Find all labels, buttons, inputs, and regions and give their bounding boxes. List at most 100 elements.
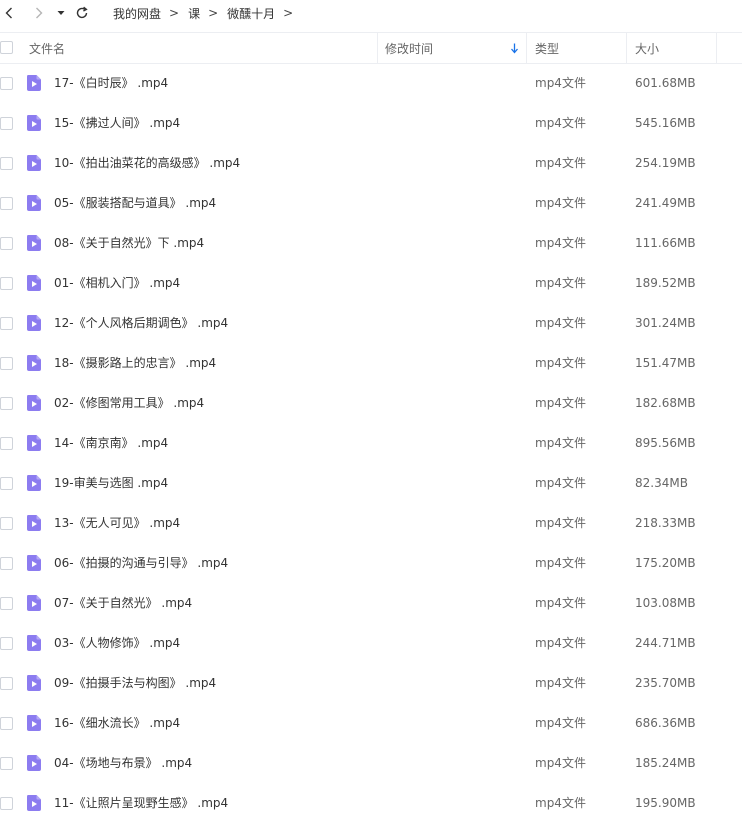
file-name[interactable]: 02-《修图常用工具》 .mp4	[54, 383, 204, 423]
breadcrumb-separator: >	[283, 6, 294, 20]
file-row[interactable]: 16-《细水流长》 .mp4 mp4文件 686.36MB	[0, 703, 742, 743]
file-name[interactable]: 10-《拍出油菜花的高级感》 .mp4	[54, 143, 240, 183]
file-row[interactable]: 03-《人物修饰》 .mp4 mp4文件 244.71MB	[0, 623, 742, 663]
row-checkbox[interactable]	[0, 397, 13, 410]
refresh-icon	[76, 6, 88, 19]
file-row[interactable]: 04-《场地与布景》 .mp4 mp4文件 185.24MB	[0, 743, 742, 783]
file-row[interactable]: 12-《个人风格后期调色》 .mp4 mp4文件 301.24MB	[0, 303, 742, 343]
row-checkbox[interactable]	[0, 157, 13, 170]
file-row[interactable]: 09-《拍摄手法与构图》 .mp4 mp4文件 235.70MB	[0, 663, 742, 703]
row-checkbox[interactable]	[0, 477, 13, 490]
column-divider[interactable]	[626, 33, 627, 63]
row-checkbox[interactable]	[0, 757, 13, 770]
file-row[interactable]: 14-《南京南》 .mp4 mp4文件 895.56MB	[0, 423, 742, 463]
column-divider[interactable]	[716, 33, 717, 63]
file-row[interactable]: 07-《关于自然光》 .mp4 mp4文件 103.08MB	[0, 583, 742, 623]
file-name[interactable]: 05-《服装搭配与道具》 .mp4	[54, 183, 216, 223]
row-checkbox[interactable]	[0, 237, 13, 250]
file-name[interactable]: 18-《摄影路上的忠言》 .mp4	[54, 343, 216, 383]
sort-desc-icon	[510, 33, 519, 63]
file-type: mp4文件	[535, 156, 586, 170]
row-checkbox[interactable]	[0, 197, 13, 210]
history-dropdown-button[interactable]	[56, 0, 66, 26]
file-row[interactable]: 18-《摄影路上的忠言》 .mp4 mp4文件 151.47MB	[0, 343, 742, 383]
file-row[interactable]: 05-《服装搭配与道具》 .mp4 mp4文件 241.49MB	[0, 183, 742, 223]
file-size: 601.68MB	[635, 76, 696, 90]
file-name[interactable]: 16-《细水流长》 .mp4	[54, 703, 180, 743]
column-header-name[interactable]: 文件名	[29, 33, 65, 63]
row-checkbox[interactable]	[0, 557, 13, 570]
file-row[interactable]: 19-审美与选图 .mp4 mp4文件 82.34MB	[0, 463, 742, 503]
row-checkbox[interactable]	[0, 277, 13, 290]
breadcrumb-item-current-folder[interactable]: 微醺十月	[227, 5, 275, 22]
file-name[interactable]: 06-《拍摄的沟通与引导》 .mp4	[54, 543, 228, 583]
file-row[interactable]: 01-《相机入门》 .mp4 mp4文件 189.52MB	[0, 263, 742, 303]
file-name[interactable]: 14-《南京南》 .mp4	[54, 423, 168, 463]
row-checkbox[interactable]	[0, 357, 13, 370]
column-divider[interactable]	[526, 33, 527, 63]
file-name[interactable]: 01-《相机入门》 .mp4	[54, 263, 180, 303]
file-name[interactable]: 15-《拂过人间》 .mp4	[54, 103, 180, 143]
forward-button[interactable]	[32, 0, 46, 26]
file-size: 545.16MB	[635, 116, 696, 130]
navigation-bar: 我的网盘 > 课 > 微醺十月 >	[0, 0, 742, 26]
video-file-icon	[26, 395, 42, 411]
column-header-size[interactable]: 大小	[635, 33, 659, 63]
file-row[interactable]: 06-《拍摄的沟通与引导》 .mp4 mp4文件 175.20MB	[0, 543, 742, 583]
file-type: mp4文件	[535, 276, 586, 290]
file-name[interactable]: 13-《无人可见》 .mp4	[54, 503, 180, 543]
file-name[interactable]: 03-《人物修饰》 .mp4	[54, 623, 180, 663]
file-name[interactable]: 07-《关于自然光》 .mp4	[54, 583, 192, 623]
video-file-icon	[26, 715, 42, 731]
refresh-button[interactable]	[74, 0, 90, 26]
breadcrumb-item-my-drive[interactable]: 我的网盘	[113, 5, 161, 22]
video-file-icon	[26, 515, 42, 531]
video-file-icon	[26, 195, 42, 211]
file-name[interactable]: 09-《拍摄手法与构图》 .mp4	[54, 663, 216, 703]
video-file-icon	[26, 315, 42, 331]
file-type: mp4文件	[535, 756, 586, 770]
breadcrumb-separator: >	[208, 6, 219, 20]
select-all-checkbox[interactable]	[0, 41, 13, 54]
file-row[interactable]: 11-《让照片呈现野生感》 .mp4 mp4文件 195.90MB	[0, 783, 742, 823]
row-checkbox[interactable]	[0, 437, 13, 450]
column-divider[interactable]	[377, 33, 378, 63]
row-checkbox[interactable]	[0, 117, 13, 130]
row-checkbox[interactable]	[0, 317, 13, 330]
file-name[interactable]: 17-《白时辰》 .mp4	[54, 63, 168, 103]
column-header-type[interactable]: 类型	[535, 33, 559, 63]
file-row[interactable]: 10-《拍出油菜花的高级感》 .mp4 mp4文件 254.19MB	[0, 143, 742, 183]
row-checkbox[interactable]	[0, 677, 13, 690]
file-type: mp4文件	[535, 436, 586, 450]
row-checkbox[interactable]	[0, 517, 13, 530]
row-checkbox[interactable]	[0, 637, 13, 650]
file-type: mp4文件	[535, 636, 586, 650]
file-size: 235.70MB	[635, 676, 696, 690]
video-file-icon	[26, 755, 42, 771]
breadcrumb: 我的网盘 > 课 > 微醺十月 >	[113, 0, 302, 26]
row-checkbox[interactable]	[0, 797, 13, 810]
column-header-modified[interactable]: 修改时间	[385, 33, 433, 63]
breadcrumb-item-course[interactable]: 课	[188, 5, 200, 22]
file-row[interactable]: 17-《白时辰》 .mp4 mp4文件 601.68MB	[0, 63, 742, 103]
file-type: mp4文件	[535, 516, 586, 530]
row-checkbox[interactable]	[0, 717, 13, 730]
file-name[interactable]: 19-审美与选图 .mp4	[54, 463, 168, 503]
file-type: mp4文件	[535, 116, 586, 130]
file-name[interactable]: 04-《场地与布景》 .mp4	[54, 743, 192, 783]
file-size: 895.56MB	[635, 436, 696, 450]
file-row[interactable]: 08-《关于自然光》下 .mp4 mp4文件 111.66MB	[0, 223, 742, 263]
row-checkbox[interactable]	[0, 597, 13, 610]
file-row[interactable]: 02-《修图常用工具》 .mp4 mp4文件 182.68MB	[0, 383, 742, 423]
back-button[interactable]	[2, 0, 16, 26]
file-name[interactable]: 08-《关于自然光》下 .mp4	[54, 223, 204, 263]
file-row[interactable]: 13-《无人可见》 .mp4 mp4文件 218.33MB	[0, 503, 742, 543]
file-type: mp4文件	[535, 196, 586, 210]
file-size: 218.33MB	[635, 516, 696, 530]
file-row[interactable]: 15-《拂过人间》 .mp4 mp4文件 545.16MB	[0, 103, 742, 143]
file-name[interactable]: 12-《个人风格后期调色》 .mp4	[54, 303, 228, 343]
file-type: mp4文件	[535, 236, 586, 250]
file-type: mp4文件	[535, 676, 586, 690]
file-name[interactable]: 11-《让照片呈现野生感》 .mp4	[54, 783, 228, 823]
row-checkbox[interactable]	[0, 77, 13, 90]
